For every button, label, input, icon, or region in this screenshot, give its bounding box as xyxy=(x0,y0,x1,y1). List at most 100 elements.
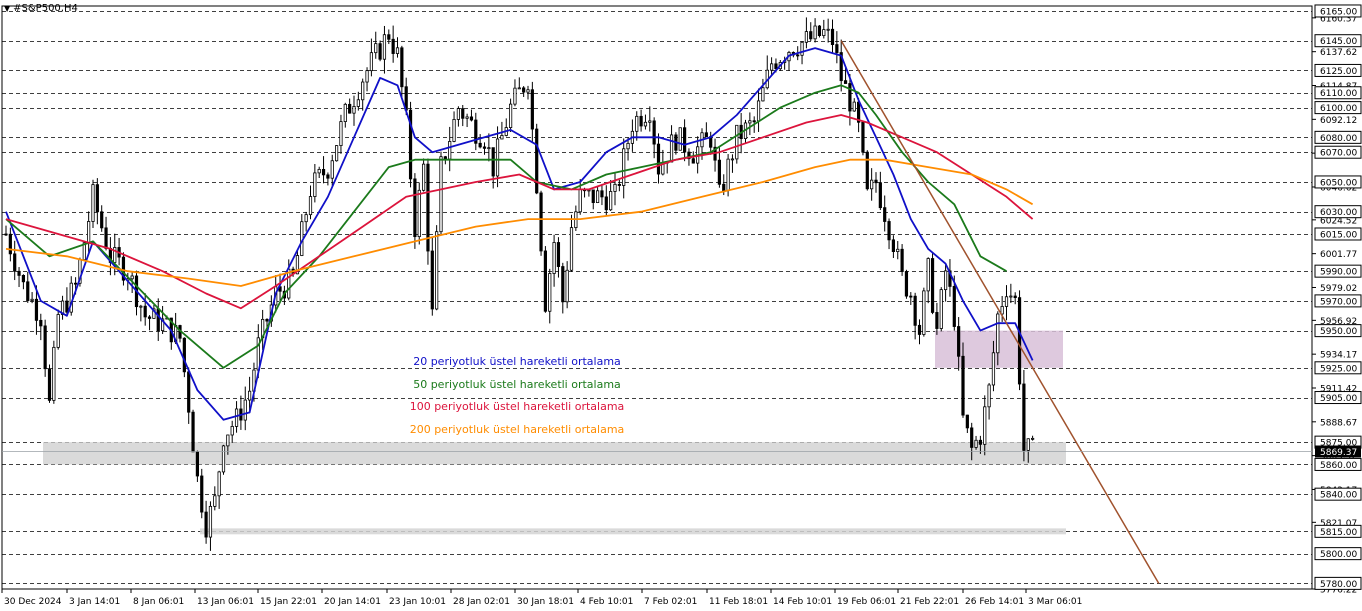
candle-body xyxy=(234,408,239,427)
candle-body xyxy=(417,189,421,238)
candle-body xyxy=(591,189,595,204)
candle-body xyxy=(26,281,30,301)
x-tick-label: 3 Jan 14:01 xyxy=(69,597,120,607)
candle-body xyxy=(395,47,400,54)
candle-body xyxy=(861,121,865,153)
candle-body xyxy=(822,29,826,36)
candle-body xyxy=(904,271,909,297)
candle-body xyxy=(809,31,813,40)
candle-body xyxy=(47,368,52,401)
candle-body xyxy=(800,41,804,56)
level-label: 6125.00 xyxy=(1320,67,1357,77)
candle-body xyxy=(569,227,574,271)
candle-body xyxy=(313,172,317,197)
candle-body xyxy=(478,142,482,148)
candle-body xyxy=(387,34,391,40)
candle-body xyxy=(648,120,652,123)
level-label: 5815.00 xyxy=(1320,528,1357,538)
candle-body xyxy=(104,227,108,249)
support-line-zone xyxy=(200,528,1066,535)
candle-body xyxy=(970,427,974,448)
candle-body xyxy=(735,124,739,160)
candle-body xyxy=(939,289,943,329)
candle-body xyxy=(65,300,69,313)
legend-ema-1: 20 periyotluk üstel hareketli ortalama xyxy=(413,355,621,368)
x-tick-label: 4 Feb 10:01 xyxy=(580,597,633,607)
level-label: 6030.00 xyxy=(1320,208,1357,218)
x-tick-label: 23 Jan 10:01 xyxy=(389,597,446,607)
candle-body xyxy=(1031,437,1035,440)
candle-body xyxy=(226,434,230,447)
candle-body xyxy=(944,270,948,291)
candle-body xyxy=(200,475,204,513)
x-tick-label: 30 Jan 18:01 xyxy=(517,597,574,607)
candle-body xyxy=(865,151,869,190)
candle-body xyxy=(669,134,674,163)
trendline[interactable] xyxy=(840,40,1160,584)
candle-body xyxy=(1004,296,1009,307)
candle-body xyxy=(983,406,987,445)
candle-body xyxy=(748,120,752,124)
level-label: 5990.00 xyxy=(1320,268,1357,278)
candle-body xyxy=(330,160,334,179)
candle-body xyxy=(561,266,565,303)
candle-body xyxy=(213,495,217,507)
candle-body xyxy=(435,231,439,310)
price-chart[interactable]: 20 periyotluk üstel hareketli ortalama 50… xyxy=(0,0,1362,611)
candle-body xyxy=(609,191,613,211)
candle-body xyxy=(530,89,534,130)
candle-body xyxy=(356,99,360,107)
candle-body xyxy=(321,168,326,176)
candle-body xyxy=(704,132,708,138)
candle-body xyxy=(656,143,661,175)
x-tick-label: 30 Dec 2024 xyxy=(4,597,62,607)
level-label: 5840.00 xyxy=(1320,491,1357,501)
candle-body xyxy=(835,44,839,53)
candle-body xyxy=(996,313,1000,354)
candle-body xyxy=(952,286,956,327)
x-tick-label: 11 Feb 18:01 xyxy=(709,597,768,607)
candle-body xyxy=(100,211,104,229)
candle-body xyxy=(991,352,996,386)
level-label: 5860.00 xyxy=(1320,461,1357,471)
candle-body xyxy=(469,116,474,121)
candle-body xyxy=(400,47,404,88)
candle-body xyxy=(448,141,452,160)
candle-body xyxy=(143,305,147,318)
candle-body xyxy=(443,156,447,160)
candle-body xyxy=(1026,438,1030,451)
candle-body xyxy=(691,158,695,164)
candle-body xyxy=(887,221,891,241)
candle-body xyxy=(852,101,856,112)
candle-body xyxy=(643,121,648,127)
level-label: 6050.00 xyxy=(1320,178,1357,188)
candle-body xyxy=(926,258,930,292)
candle-body xyxy=(600,190,604,198)
candle-body xyxy=(95,184,99,213)
candle-body xyxy=(726,158,730,192)
candle-body xyxy=(452,119,456,142)
candle-body xyxy=(421,163,426,191)
candle-body xyxy=(987,384,991,408)
candle-body xyxy=(317,168,321,174)
x-tick-label: 28 Jan 02:01 xyxy=(453,597,510,607)
candle-body xyxy=(34,298,39,321)
current-price-label: 5869.37 xyxy=(1320,448,1357,458)
candle-body xyxy=(1017,297,1022,385)
candle-body xyxy=(247,390,252,401)
candle-body xyxy=(622,148,626,186)
candle-body xyxy=(369,52,374,72)
candle-body xyxy=(21,275,26,283)
candle-body xyxy=(539,192,543,252)
candle-body xyxy=(365,70,369,83)
candle-body xyxy=(974,439,978,448)
candle-body xyxy=(843,80,848,84)
candle-body xyxy=(896,248,900,252)
candle-body xyxy=(522,87,526,93)
candle-body xyxy=(243,399,247,421)
candle-body xyxy=(326,174,330,179)
y-tick-label: 5979.02 xyxy=(1320,284,1357,294)
candle-body xyxy=(413,178,417,238)
candle-body xyxy=(361,81,365,101)
x-tick-label: 19 Feb 06:01 xyxy=(837,597,896,607)
